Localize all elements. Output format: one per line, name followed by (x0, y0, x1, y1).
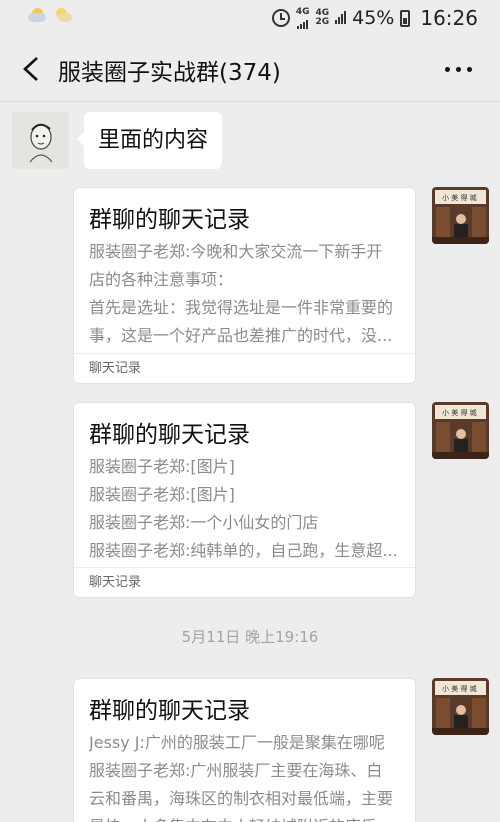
card-preview: Jessy J:广州的服装工厂一般是聚集在哪呢 服装圈子老郑:广州服装厂主要在海… (89, 729, 401, 822)
message-bubble[interactable]: 里面的内容 (76, 112, 223, 169)
card-footer: 聊天记录 (74, 567, 415, 597)
card-title: 群聊的聊天记录 (89, 698, 250, 724)
chat-title: 服装圈子实战群(374) (58, 60, 281, 86)
status-bar: 4G 4G 2G 45% 16:26 (0, 0, 500, 36)
partly-sunny-icon (54, 8, 74, 22)
network-badge-1: 4G (296, 7, 309, 29)
my-avatar[interactable]: 小 美 得 城 (432, 678, 489, 735)
preview-line: 云和番禺，海珠区的制衣相对最低端，主要 (89, 789, 394, 808)
sender-avatar[interactable] (12, 112, 69, 169)
preview-line: 首先是选址：我觉得选址是一件非常重要的 (89, 298, 394, 317)
preview-line: 事，这是一个好产品也差推广的时代，没... (89, 326, 393, 345)
card-preview: 服装圈子老郑:[图片] 服装圈子老郑:[图片] 服装圈子老郑:一个小仙女的门店 … (89, 453, 401, 565)
alarm-icon (271, 9, 290, 27)
card-preview: 服装圈子老郑:今晚和大家交流一下新手开 店的各种注意事项： 首先是选址：我觉得选… (89, 238, 401, 350)
signal-icon (297, 17, 309, 29)
signal-strength-icon (335, 11, 347, 24)
chevron-left-icon[interactable] (20, 56, 44, 82)
preview-line: Jessy J:广州的服装工厂一般是聚集在哪呢 (89, 733, 385, 752)
preview-line: 服装圈子老郑:[图片] (89, 485, 235, 504)
status-right: 4G 4G 2G 45% 16:26 (271, 4, 478, 32)
battery-fill (403, 17, 408, 24)
chat-header: 服装圈子实战群(374) (0, 36, 500, 102)
svg-text:小 美 得 城: 小 美 得 城 (442, 684, 477, 693)
preview-line: 服装圈子老郑:广州服装厂主要在海珠、白 (89, 761, 383, 780)
preview-line: 服装圈子老郑:纯韩单的，自己跑，生意超... (89, 541, 398, 560)
card-title: 群聊的聊天记录 (89, 207, 250, 233)
battery-icon (400, 9, 411, 27)
card-footer: 聊天记录 (74, 353, 415, 383)
partly-cloudy-icon (28, 8, 48, 22)
chat-record-card[interactable]: 群聊的聊天记录 服装圈子老郑:[图片] 服装圈子老郑:[图片] 服装圈子老郑:一… (73, 402, 416, 598)
svg-text:小 美 得 城: 小 美 得 城 (442, 408, 477, 417)
card-title: 群聊的聊天记录 (89, 422, 250, 448)
preview-line: 服装圈子老郑:一个小仙女的门店 (89, 513, 319, 532)
my-avatar[interactable]: 小 美 得 城 (432, 187, 489, 244)
chat-record-card[interactable]: 群聊的聊天记录 服装圈子老郑:今晚和大家交流一下新手开 店的各种注意事项： 首先… (73, 187, 416, 384)
message-timestamp: 5月11日 晚上19:16 (181, 628, 319, 646)
status-left (28, 8, 74, 22)
preview-line: 服装圈子老郑:[图片] (89, 457, 235, 476)
clock: 16:26 (420, 6, 478, 30)
svg-text:小 美 得 城: 小 美 得 城 (442, 193, 477, 202)
battery-percent: 45% (352, 7, 395, 29)
network-badge-2: 4G 2G (315, 8, 330, 27)
chat-record-card[interactable]: 群聊的聊天记录 Jessy J:广州的服装工厂一般是聚集在哪呢 服装圈子老郑:广… (73, 678, 416, 822)
my-avatar[interactable]: 小 美 得 城 (432, 402, 489, 459)
preview-line: 店的各种注意事项： (89, 270, 234, 289)
more-dots-icon[interactable] (445, 67, 472, 72)
preview-line: 服装圈子老郑:今晚和大家交流一下新手开 (89, 242, 383, 261)
preview-line: 是快，大多集中在中大轻纺城附近的康乐 (89, 813, 401, 822)
